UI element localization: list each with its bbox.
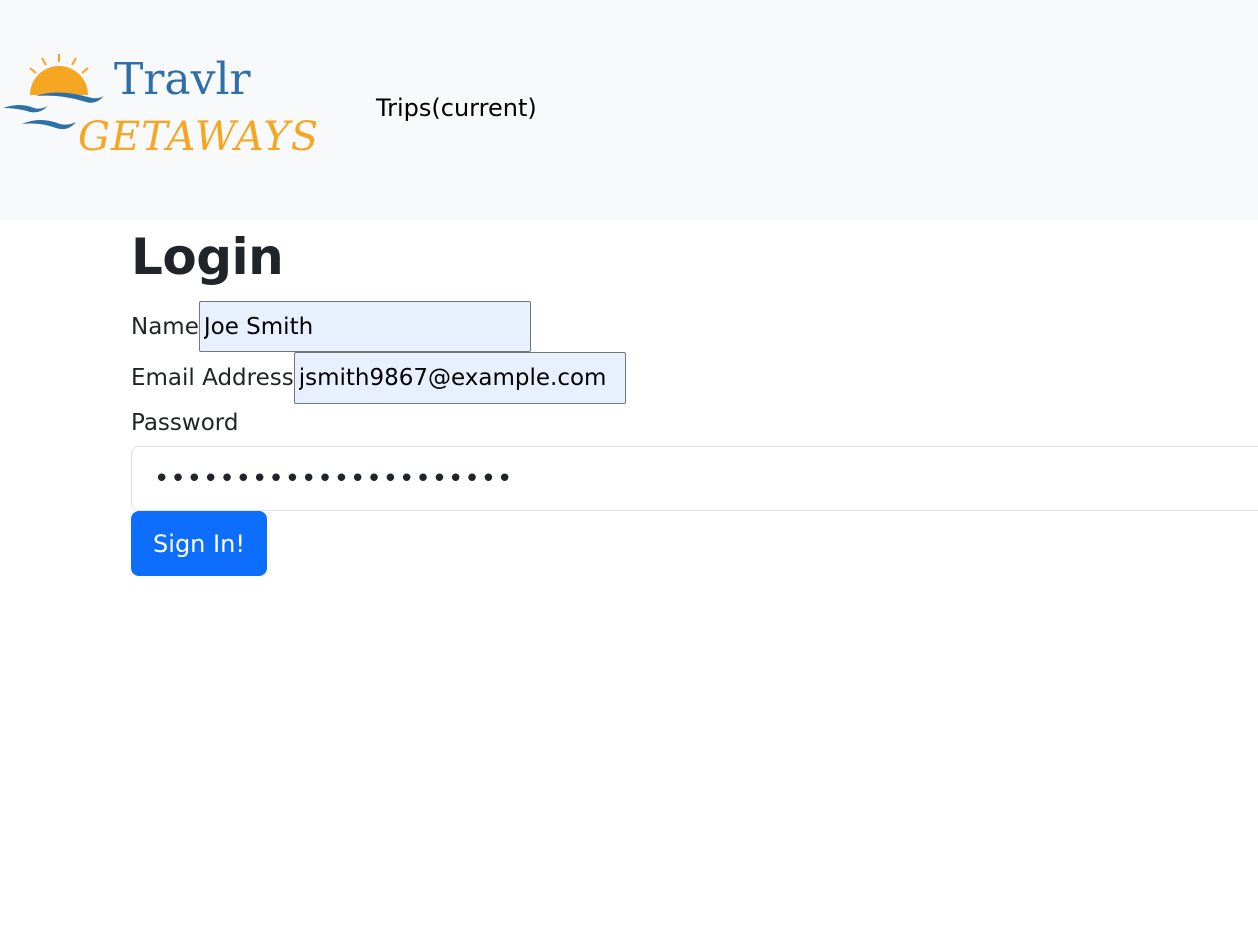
name-row: Name (131, 301, 531, 352)
email-input[interactable] (293, 352, 626, 404)
email-row: Email Address (131, 352, 626, 404)
logo-graphic: Travlr GETAWAYS (3, 54, 319, 160)
sun-icon (30, 66, 88, 95)
brand-bottom-text: GETAWAYS (78, 114, 319, 160)
travlr-getaways-logo[interactable]: Travlr GETAWAYS (0, 50, 325, 165)
password-label: Password (131, 410, 239, 436)
email-label: Email Address (131, 365, 294, 391)
sign-in-button[interactable]: Sign In! (131, 511, 267, 576)
nav-link-trips[interactable]: Trips(current) (376, 94, 537, 122)
password-input[interactable] (131, 446, 1258, 511)
name-label: Name (131, 313, 199, 340)
navbar: Travlr GETAWAYS Trips(current) (0, 0, 1258, 220)
name-input[interactable] (198, 301, 531, 352)
page-title: Login (131, 228, 284, 286)
brand-top-text: Travlr (114, 54, 252, 105)
